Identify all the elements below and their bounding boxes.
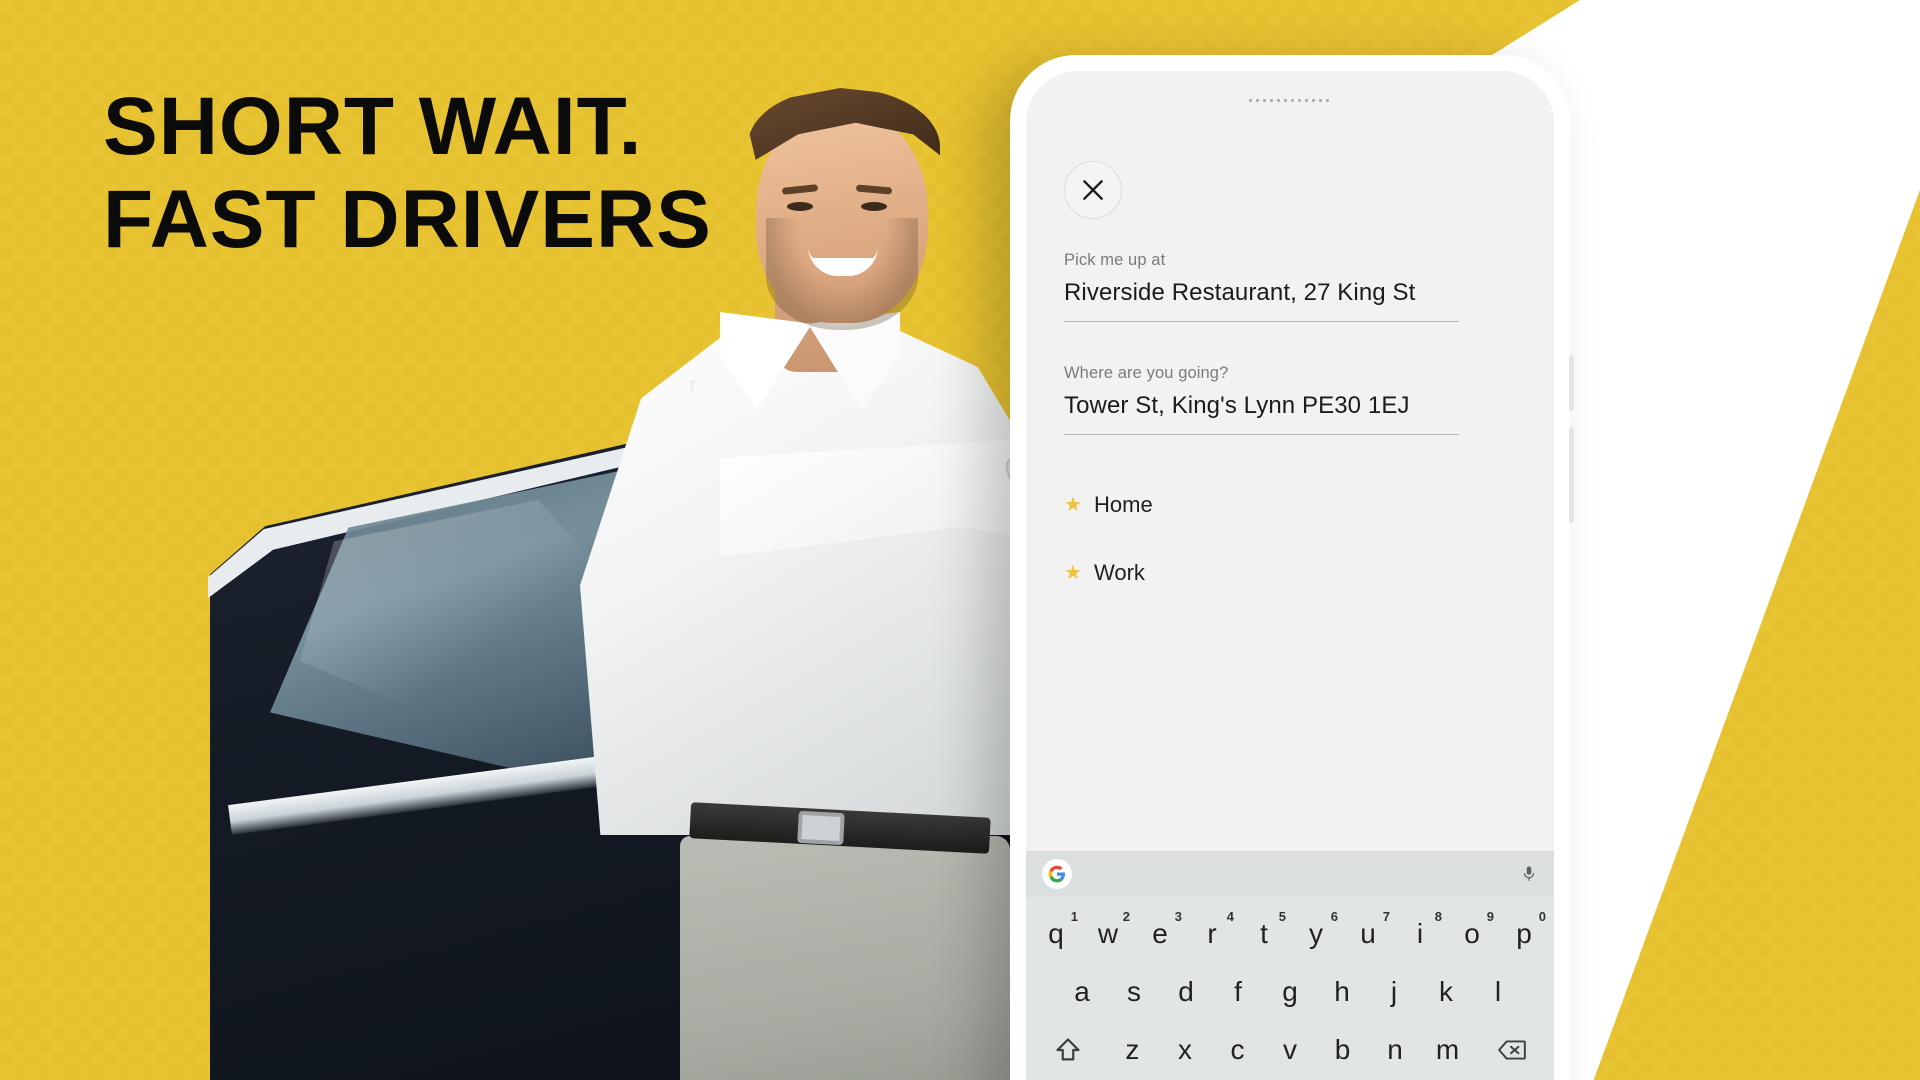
pickup-label: Pick me up at — [1064, 251, 1166, 269]
headline-line-1: SHORT WAIT. — [103, 81, 643, 172]
ride-booking-app: Pick me up at Riverside Restaurant, 27 K… — [1026, 71, 1554, 1080]
phone-power-button[interactable] — [1569, 427, 1574, 523]
on-screen-keyboard: 1q 2w 3e 4r 5t 6y 7u 8i 9o 0p a s d f g … — [1026, 851, 1554, 1080]
close-button[interactable] — [1064, 161, 1122, 219]
shift-icon — [1056, 1038, 1080, 1061]
star-icon: ★ — [1064, 494, 1082, 516]
saved-place-label: Work — [1094, 560, 1145, 585]
promo-banner: SHORT WAIT. FAST DRIVERS Pick me up at R… — [0, 0, 1920, 1080]
key-q[interactable]: 1q — [1030, 907, 1082, 961]
backspace-icon — [1498, 1040, 1526, 1060]
key-z[interactable]: z — [1106, 1023, 1159, 1077]
key-r[interactable]: 4r — [1186, 907, 1238, 961]
key-k[interactable]: k — [1420, 965, 1472, 1019]
phone-screen: Pick me up at Riverside Restaurant, 27 K… — [1026, 71, 1554, 1080]
key-v[interactable]: v — [1264, 1023, 1317, 1077]
yellow-wedge-right — [1590, 190, 1920, 1080]
keyboard-row-3: z x c v b n m — [1030, 1021, 1550, 1079]
person-belt-buckle — [797, 810, 845, 846]
pickup-input[interactable]: Riverside Restaurant, 27 King St — [1064, 279, 1534, 321]
headline-line-2: FAST DRIVERS — [103, 174, 712, 265]
address-fields: Pick me up at Riverside Restaurant, 27 K… — [1064, 251, 1534, 477]
key-j[interactable]: j — [1368, 965, 1420, 1019]
key-h[interactable]: h — [1316, 965, 1368, 1019]
phone-speaker-grille — [1247, 97, 1333, 104]
key-g[interactable]: g — [1264, 965, 1316, 1019]
key-n[interactable]: n — [1369, 1023, 1422, 1077]
backspace-key[interactable] — [1474, 1023, 1550, 1077]
hero-headline: SHORT WAIT. FAST DRIVERS — [103, 80, 712, 266]
close-icon — [1083, 180, 1103, 200]
key-t[interactable]: 5t — [1238, 907, 1290, 961]
saved-places-list: ★ Home ★ Work — [1064, 471, 1534, 607]
star-icon: ★ — [1064, 562, 1082, 584]
key-l[interactable]: l — [1472, 965, 1524, 1019]
phone-mockup: Pick me up at Riverside Restaurant, 27 K… — [1010, 55, 1574, 1080]
saved-place-label: Home — [1094, 492, 1153, 517]
saved-place-work[interactable]: ★ Work — [1064, 539, 1534, 607]
keyboard-row-2: a s d f g h j k l — [1030, 963, 1550, 1021]
keyboard-suggestion-bar — [1026, 851, 1554, 897]
key-b[interactable]: b — [1316, 1023, 1369, 1077]
key-i[interactable]: 8i — [1394, 907, 1446, 961]
destination-input[interactable]: Tower St, King's Lynn PE30 1EJ — [1064, 392, 1534, 434]
key-p[interactable]: 0p — [1498, 907, 1550, 961]
microphone-icon[interactable] — [1520, 862, 1538, 886]
key-f[interactable]: f — [1212, 965, 1264, 1019]
person-trousers — [680, 836, 1010, 1080]
destination-label: Where are you going? — [1064, 364, 1229, 382]
phone-volume-button[interactable] — [1569, 355, 1574, 411]
key-c[interactable]: c — [1211, 1023, 1264, 1077]
keyboard-rows: 1q 2w 3e 4r 5t 6y 7u 8i 9o 0p a s d f g … — [1026, 897, 1554, 1080]
saved-place-home[interactable]: ★ Home — [1064, 471, 1534, 539]
destination-field[interactable]: Where are you going? Tower St, King's Ly… — [1064, 364, 1534, 435]
key-u[interactable]: 7u — [1342, 907, 1394, 961]
key-y[interactable]: 6y — [1290, 907, 1342, 961]
key-x[interactable]: x — [1159, 1023, 1212, 1077]
key-a[interactable]: a — [1056, 965, 1108, 1019]
key-s[interactable]: s — [1108, 965, 1160, 1019]
key-d[interactable]: d — [1160, 965, 1212, 1019]
key-w[interactable]: 2w — [1082, 907, 1134, 961]
google-logo-icon[interactable] — [1042, 859, 1072, 889]
keyboard-row-1: 1q 2w 3e 4r 5t 6y 7u 8i 9o 0p — [1030, 905, 1550, 963]
key-m[interactable]: m — [1421, 1023, 1474, 1077]
pickup-field[interactable]: Pick me up at Riverside Restaurant, 27 K… — [1064, 251, 1534, 322]
shift-key[interactable] — [1030, 1023, 1106, 1077]
key-o[interactable]: 9o — [1446, 907, 1498, 961]
key-e[interactable]: 3e — [1134, 907, 1186, 961]
